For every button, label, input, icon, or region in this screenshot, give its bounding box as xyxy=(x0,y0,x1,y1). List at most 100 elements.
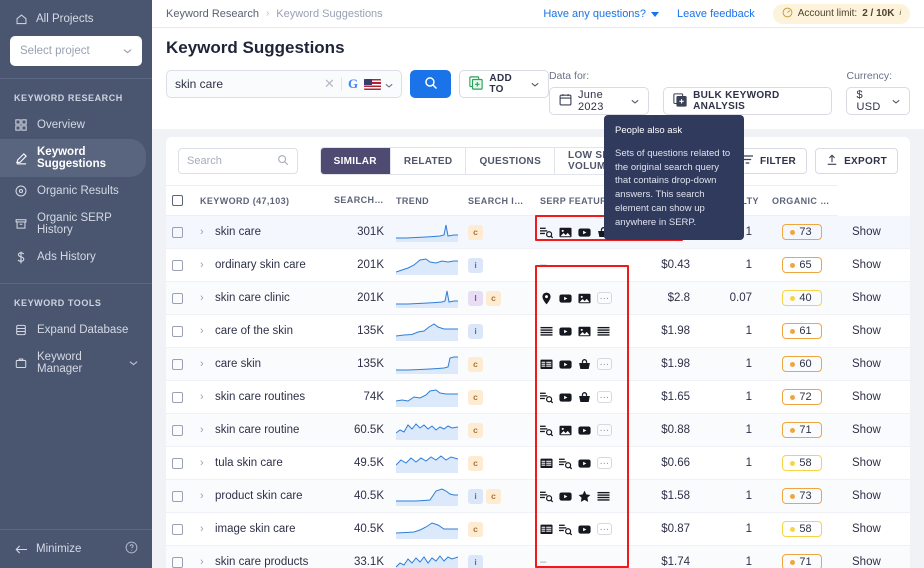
difficulty-badge[interactable]: 71 xyxy=(782,422,822,439)
video-icon[interactable] xyxy=(559,391,572,404)
serp-more-button[interactable]: … xyxy=(597,456,612,470)
bulk-keyword-analysis-button[interactable]: BULK KEYWORD ANALYSIS xyxy=(663,87,833,115)
difficulty-badge[interactable]: 65 xyxy=(782,257,822,274)
table-row[interactable]: › tula skin care 49.5K c … $0.66 1 58 Show xyxy=(166,446,910,481)
add-to-button[interactable]: ADD TO xyxy=(459,70,549,98)
sidebar-item-organic-serp-history[interactable]: Organic SERP History xyxy=(0,205,152,243)
sidebar-item-organic-results[interactable]: Organic Results xyxy=(0,177,152,205)
col-search-intent[interactable]: SEARCH INTENT xyxy=(462,184,534,217)
keyword-text[interactable]: skin care routines xyxy=(215,391,305,404)
search-button[interactable] xyxy=(410,70,452,98)
difficulty-badge[interactable]: 73 xyxy=(782,488,822,505)
video-icon[interactable] xyxy=(559,325,572,338)
table-row[interactable]: › skin care routine 60.5K c … $0.88 1 71 Show xyxy=(166,413,910,448)
intent-badge-i[interactable]: i xyxy=(468,554,483,568)
keyword-text[interactable]: ordinary skin care xyxy=(215,259,306,272)
row-checkbox[interactable] xyxy=(172,325,183,337)
intent-badge-c[interactable]: c xyxy=(468,521,483,537)
google-icon[interactable]: G xyxy=(348,76,358,92)
shopping-icon[interactable] xyxy=(578,391,591,404)
sidebar-item-ads-history[interactable]: Ads History xyxy=(0,243,152,271)
image-pack-icon[interactable] xyxy=(578,325,591,338)
expand-row-icon[interactable]: › xyxy=(200,424,208,436)
expand-row-icon[interactable]: › xyxy=(200,490,208,502)
image-pack-icon[interactable] xyxy=(578,292,591,305)
intent-badge-i[interactable]: i xyxy=(468,257,483,273)
expand-row-icon[interactable]: › xyxy=(200,556,208,568)
table-icon[interactable] xyxy=(540,358,553,371)
video-icon[interactable] xyxy=(559,292,572,305)
intent-badge-i[interactable]: i xyxy=(468,323,483,339)
expand-row-icon[interactable]: › xyxy=(200,226,208,238)
expand-row-icon[interactable]: › xyxy=(200,292,208,304)
keyword-text[interactable]: skin care xyxy=(215,226,261,239)
show-link[interactable]: Show xyxy=(852,259,881,271)
show-link[interactable]: Show xyxy=(852,556,881,568)
tab-related[interactable]: RELATED xyxy=(390,148,467,174)
snippet-icon[interactable] xyxy=(597,325,610,338)
intent-badge-i[interactable]: i xyxy=(468,488,483,504)
keyword-text[interactable]: skin care products xyxy=(215,556,308,568)
project-select[interactable]: Select project xyxy=(10,36,142,66)
row-checkbox[interactable] xyxy=(172,556,183,568)
sitelinks-icon[interactable] xyxy=(540,424,553,437)
serp-more-button[interactable]: … xyxy=(597,357,612,371)
image-pack-icon[interactable] xyxy=(559,226,572,239)
video-icon[interactable] xyxy=(578,424,591,437)
snippet-icon[interactable] xyxy=(540,325,553,338)
row-checkbox[interactable] xyxy=(172,457,183,469)
col-organic-results[interactable]: ORGANIC RESU... xyxy=(766,184,838,217)
table-icon[interactable] xyxy=(540,523,553,536)
snippet-icon[interactable] xyxy=(597,490,610,503)
tab-questions[interactable]: QUESTIONS xyxy=(466,148,556,174)
intent-badge-l[interactable]: l xyxy=(468,290,483,306)
keyword-text[interactable]: skin care routine xyxy=(215,424,299,437)
image-pack-icon[interactable] xyxy=(559,424,572,437)
serp-more-button[interactable]: … xyxy=(597,390,612,404)
sidebar-minimize[interactable]: Minimize xyxy=(0,529,152,568)
show-link[interactable]: Show xyxy=(852,325,881,337)
row-checkbox[interactable] xyxy=(172,259,183,271)
row-checkbox[interactable] xyxy=(172,490,183,502)
row-checkbox[interactable] xyxy=(172,358,183,370)
video-icon[interactable] xyxy=(578,226,591,239)
row-checkbox[interactable] xyxy=(172,226,183,238)
keyword-text[interactable]: care skin xyxy=(215,358,261,371)
info-superscript-icon[interactable]: i xyxy=(899,10,901,17)
serp-more-button[interactable]: … xyxy=(597,522,612,536)
sitelinks-icon[interactable] xyxy=(559,523,572,536)
expand-row-icon[interactable]: › xyxy=(200,457,208,469)
show-link[interactable]: Show xyxy=(852,358,881,370)
table-row[interactable]: › skin care products 33.1K i – $1.74 1 71 Show xyxy=(166,545,910,568)
tab-similar[interactable]: SIMILAR xyxy=(320,148,391,174)
sitelinks-icon[interactable] xyxy=(559,457,572,470)
have-questions-link[interactable]: Have any questions? xyxy=(543,8,660,20)
sitelinks-icon[interactable] xyxy=(540,226,553,239)
table-icon[interactable] xyxy=(540,457,553,470)
reviews-icon[interactable] xyxy=(578,490,591,503)
select-all-checkbox[interactable] xyxy=(172,195,183,207)
show-link[interactable]: Show xyxy=(852,292,881,304)
clear-icon[interactable]: ✕ xyxy=(324,76,335,92)
leave-feedback-link[interactable]: Leave feedback xyxy=(677,8,755,20)
video-icon[interactable] xyxy=(559,490,572,503)
show-link[interactable]: Show xyxy=(852,457,881,469)
sidebar-item-overview[interactable]: Overview xyxy=(0,111,152,139)
keyword-search-input[interactable]: skin care ✕ G xyxy=(166,70,403,98)
table-row[interactable]: › skin care routines 74K c … $1.65 1 72 Show xyxy=(166,380,910,415)
keyword-text[interactable]: tula skin care xyxy=(215,457,283,470)
row-checkbox[interactable] xyxy=(172,292,183,304)
data-for-select[interactable]: June 2023 xyxy=(548,87,650,115)
table-row[interactable]: › image skin care 40.5K c … $0.87 1 58 Show xyxy=(166,512,910,547)
show-link[interactable]: Show xyxy=(852,226,881,238)
difficulty-badge[interactable]: 72 xyxy=(782,389,822,406)
table-row[interactable]: › skin care clinic 201K l c … $2.8 0.07 40 Show xyxy=(166,281,910,316)
account-limit-badge[interactable]: Account limit: 2 / 10K i xyxy=(772,3,910,24)
table-row[interactable]: › product skin care 40.5K i c $1.58 1 73 Show xyxy=(166,479,910,514)
country-selector[interactable] xyxy=(364,77,393,91)
intent-badge-c[interactable]: c xyxy=(468,356,483,372)
table-row[interactable]: › ordinary skin care 201K i – $0.43 1 65 Show xyxy=(166,248,910,283)
difficulty-badge[interactable]: 73 xyxy=(782,224,822,241)
show-link[interactable]: Show xyxy=(852,523,881,535)
col-keyword[interactable]: KEYWORD (47,103) xyxy=(194,184,328,217)
